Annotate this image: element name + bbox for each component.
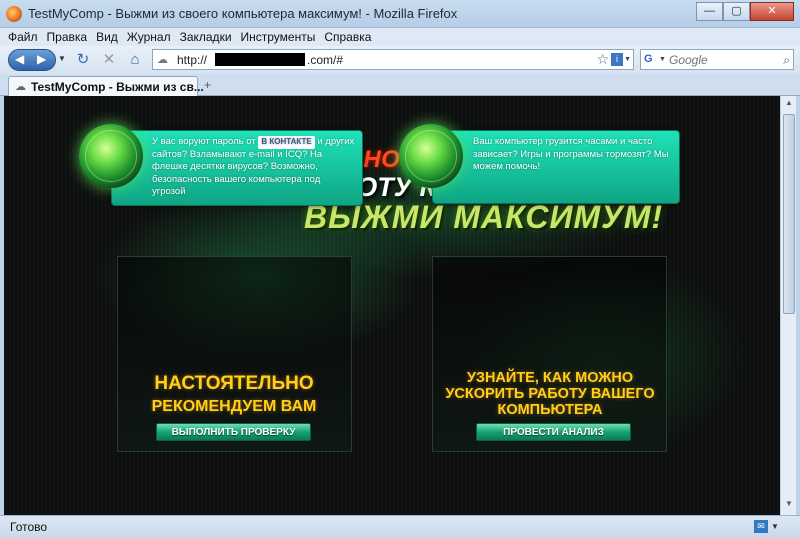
tab-label: TestMyComp - Выжми из св... bbox=[31, 80, 204, 94]
page-content: ПРОВЕРЬ БЕЗОПАСНОСТЬ КОМПЬЮТЕРА УСКОРЬ Р… bbox=[4, 96, 780, 515]
menu-history[interactable]: Журнал bbox=[127, 28, 171, 46]
security-cta-line-1: НАСТОЯТЕЛЬНО bbox=[154, 373, 314, 394]
minimize-button[interactable]: — bbox=[696, 2, 723, 21]
site-identity-icon[interactable]: ☁ bbox=[157, 53, 168, 66]
scroll-down-icon[interactable]: ▼ bbox=[783, 499, 795, 513]
forward-arrow-icon[interactable]: ▶ bbox=[37, 52, 46, 66]
status-text: Готово bbox=[10, 520, 48, 534]
url-bar[interactable]: ☁ http:// .com/# ☆ i ▼ bbox=[152, 49, 634, 70]
addon-status-icon[interactable]: ✉ bbox=[754, 520, 768, 533]
back-forward-group: ◀ ▶ bbox=[8, 49, 56, 71]
menu-tools[interactable]: Инструменты bbox=[241, 28, 316, 46]
navigation-toolbar: ◀ ▶ ▼ ↻ ✕ ⌂ ☁ http:// .com/# ☆ i ▼ G ▼ ⌕ bbox=[0, 46, 800, 74]
speed-bubble-text: Ваш компьютер грузится часами и часто за… bbox=[473, 136, 669, 172]
menu-bar: Файл Правка Вид Журнал Закладки Инструме… bbox=[0, 28, 800, 46]
maximize-button[interactable]: ▢ bbox=[723, 2, 750, 21]
security-bubble-text: У вас воруют пароль от В КОНТАКТЕ и друг… bbox=[152, 136, 356, 199]
search-bar[interactable]: G ▼ ⌕ bbox=[640, 49, 794, 70]
firefox-icon bbox=[6, 6, 22, 22]
security-bubble: У вас воруют пароль от В КОНТАКТЕ и друг… bbox=[111, 130, 363, 206]
run-analysis-button[interactable]: ПРОВЕСТИ АНАЛИЗ bbox=[476, 423, 631, 441]
url-redacted-domain bbox=[215, 53, 305, 66]
window-title: TestMyComp - Выжми из своего компьютера … bbox=[28, 6, 458, 21]
green-globe-icon bbox=[79, 124, 143, 188]
scroll-up-icon[interactable]: ▲ bbox=[783, 98, 795, 112]
window-titlebar: TestMyComp - Выжми из своего компьютера … bbox=[0, 0, 800, 28]
tab-favicon-icon: ☁ bbox=[15, 81, 26, 93]
back-arrow-icon[interactable]: ◀ bbox=[15, 52, 24, 66]
green-globe-icon bbox=[399, 124, 463, 188]
menu-help[interactable]: Справка bbox=[324, 28, 371, 46]
search-engine-dropdown-icon[interactable]: ▼ bbox=[659, 56, 666, 63]
menu-edit[interactable]: Правка bbox=[47, 28, 88, 46]
stop-icon[interactable]: ✕ bbox=[100, 51, 118, 69]
speed-bubble: Ваш компьютер грузится часами и часто за… bbox=[432, 130, 680, 204]
url-suffix: .com/# bbox=[307, 53, 344, 67]
menu-bookmarks[interactable]: Закладки bbox=[180, 28, 232, 46]
tab-testmycomp[interactable]: ☁ TestMyComp - Выжми из св... bbox=[8, 76, 204, 96]
vertical-scrollbar[interactable]: ▲ ▼ bbox=[780, 96, 796, 515]
reload-icon[interactable]: ↻ bbox=[74, 51, 92, 69]
url-prefix: http:// bbox=[177, 53, 208, 67]
addon-info-icon[interactable]: i bbox=[611, 53, 623, 66]
vkontakte-badge: В КОНТАКТЕ bbox=[258, 136, 315, 149]
status-bar: Готово ✉ ▼ bbox=[0, 515, 800, 538]
history-dropdown-icon[interactable]: ▼ bbox=[58, 54, 66, 63]
run-check-button[interactable]: ВЫПОЛНИТЬ ПРОВЕРКУ bbox=[156, 423, 311, 441]
menu-file[interactable]: Файл bbox=[8, 28, 38, 46]
close-button[interactable]: ✕ bbox=[750, 2, 794, 21]
tab-bar: ☁ TestMyComp - Выжми из св... + bbox=[0, 74, 800, 96]
security-text-intro: У вас воруют пароль от bbox=[152, 136, 256, 147]
status-dropdown-icon[interactable]: ▼ bbox=[771, 522, 779, 531]
security-cta-line-2: РЕКОМЕНДУЕМ ВАМ bbox=[151, 398, 317, 415]
search-magnifier-icon[interactable]: ⌕ bbox=[783, 53, 790, 68]
home-icon[interactable]: ⌂ bbox=[126, 51, 144, 69]
google-engine-icon[interactable]: G bbox=[644, 53, 658, 67]
search-input[interactable] bbox=[669, 51, 775, 68]
url-dropdown-icon[interactable]: ▼ bbox=[624, 56, 631, 63]
scroll-thumb[interactable] bbox=[783, 114, 795, 314]
new-tab-button[interactable]: + bbox=[204, 78, 211, 92]
window-controls: — ▢ ✕ bbox=[696, 2, 794, 21]
speed-cta: УЗНАЙТЕ, КАК МОЖНО УСКОРИТЬ РАБОТУ ВАШЕГ… bbox=[445, 370, 655, 418]
menu-view[interactable]: Вид bbox=[96, 28, 118, 46]
bookmark-star-icon[interactable]: ☆ bbox=[596, 51, 609, 68]
